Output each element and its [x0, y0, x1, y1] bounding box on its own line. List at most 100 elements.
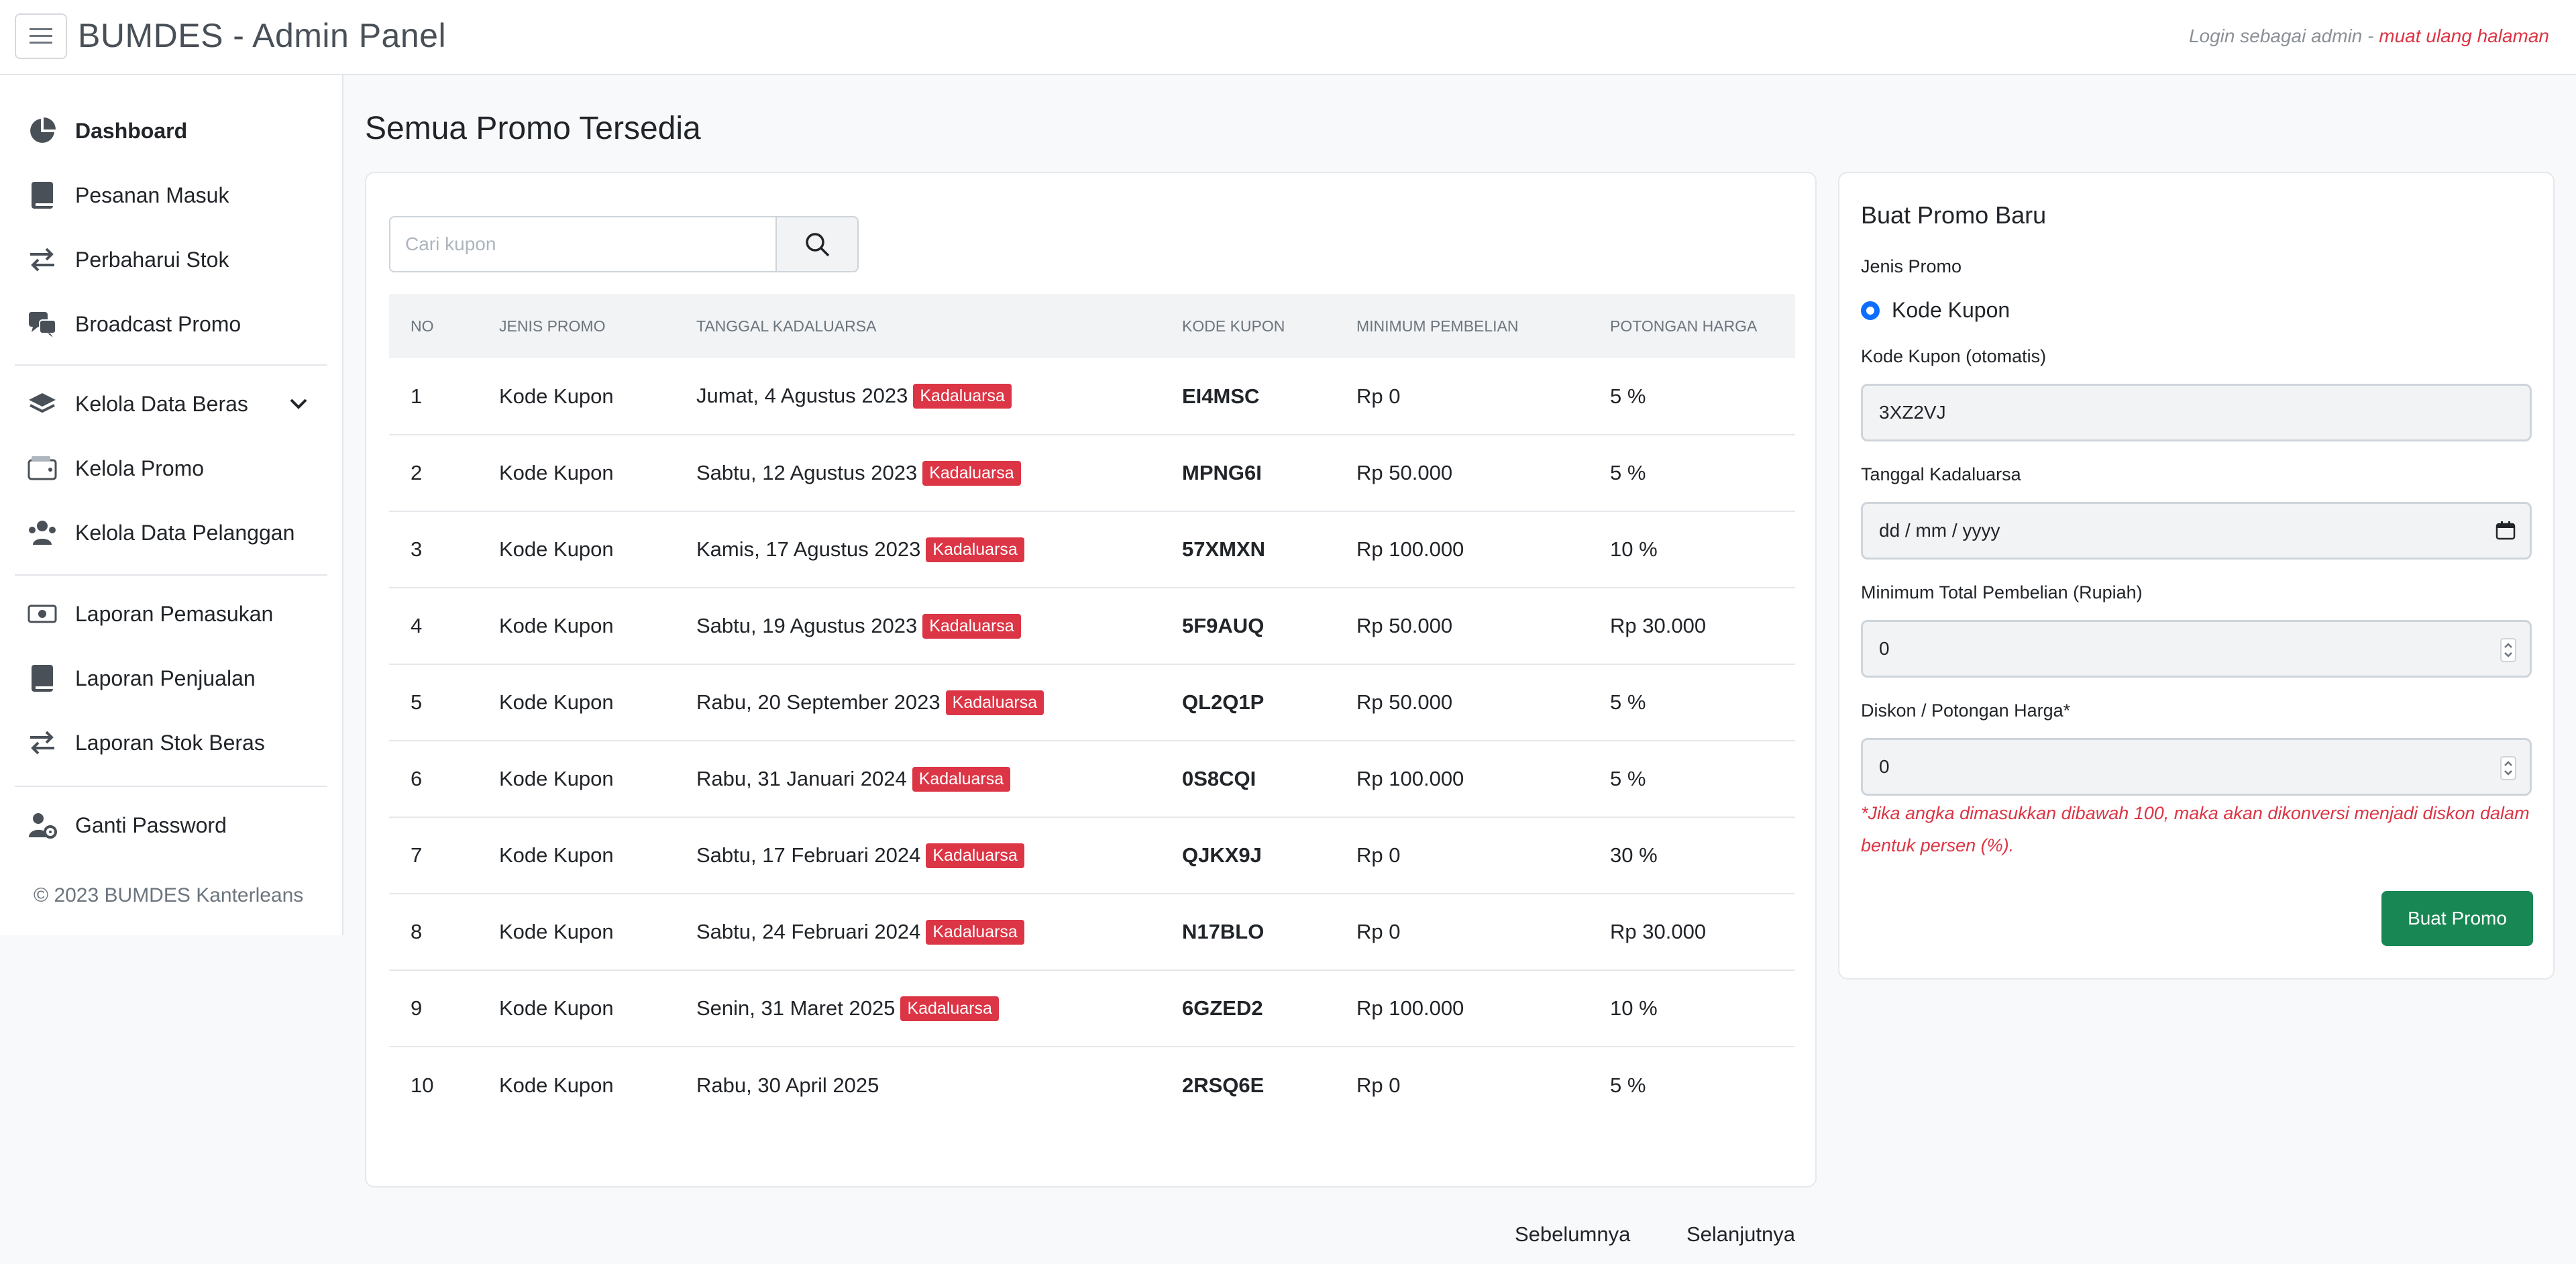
top-navbar: BUMDES - Admin Panel Login sebagai admin… [0, 0, 2576, 75]
expired-badge: Kadaluarsa [926, 843, 1024, 868]
cell-discount: 10 % [1589, 970, 1795, 1047]
chat-bubbles-icon [25, 307, 59, 341]
sidebar-item-perbaharui-stok[interactable]: Perbaharui Stok [25, 238, 327, 281]
cell-no: 9 [389, 970, 478, 1047]
number-stepper-icon[interactable] [2500, 638, 2516, 662]
sidebar-item-label: Ganti Password [75, 812, 227, 837]
cell-min: Rp 50.000 [1335, 588, 1589, 665]
table-row[interactable]: 6 Kode Kupon Rabu, 31 Januari 2024 Kadalu… [389, 741, 1795, 818]
coupon-code-value: 3XZ2VJ [1879, 402, 1946, 423]
promo-type-radio-option[interactable]: Kode Kupon [1861, 298, 2010, 323]
table-row[interactable]: 3 Kode Kupon Kamis, 17 Agustus 2023 Kadal… [389, 511, 1795, 588]
cell-code: 2RSQ6E [1182, 1073, 1265, 1097]
sidebar-item-label: Laporan Penjualan [75, 666, 256, 690]
date-text: Rabu, 30 April 2025 [696, 1073, 879, 1097]
cell-code: N17BLO [1161, 894, 1335, 971]
search-button[interactable] [775, 216, 859, 272]
coupon-code-field: 3XZ2VJ [1861, 384, 2532, 441]
previous-page-link[interactable]: Sebelumnya [1515, 1222, 1630, 1247]
app-title: BUMDES - Admin Panel [78, 17, 447, 54]
arrows-exchange-icon [25, 243, 59, 276]
sidebar-item-ganti-password[interactable]: Ganti Password [25, 804, 327, 847]
column-header-kode-kupon: KODE KUPON [1182, 317, 1285, 335]
discount-input[interactable]: 0 [1861, 738, 2532, 796]
pie-chart-icon [25, 114, 59, 148]
cash-icon [25, 597, 59, 631]
cell-no: 7 [389, 817, 478, 894]
cell-type: Kode Kupon [499, 1073, 614, 1097]
radio-checked[interactable] [1861, 301, 1880, 320]
cell-discount: 5 % [1589, 358, 1795, 435]
discount-value: 0 [1879, 756, 1890, 777]
sidebar: Dashboard Pesanan Masuk Perbaharui Stok … [0, 75, 343, 935]
cell-discount: 10 % [1589, 511, 1795, 588]
sidebar-item-broadcast-promo[interactable]: Broadcast Promo [25, 303, 327, 346]
cell-min: Rp 0 [1356, 1073, 1401, 1097]
number-stepper-icon[interactable] [2500, 756, 2516, 780]
sidebar-divider [15, 364, 327, 366]
calendar-icon[interactable] [2495, 520, 2516, 541]
date-text: Rabu, 31 Januari 2024 [696, 766, 907, 790]
user-gear-icon [25, 808, 59, 842]
table-row[interactable]: 5 Kode Kupon Rabu, 20 September 2023 Kada… [389, 664, 1795, 741]
cell-discount: 5 % [1610, 1073, 1646, 1097]
column-header-no: NO [411, 317, 434, 335]
cell-type: Kode Kupon [478, 741, 675, 818]
sidebar-item-dashboard[interactable]: Dashboard [25, 109, 327, 152]
table-row[interactable]: 2 Kode Kupon Sabtu, 12 Agustus 2023 Kadal… [389, 435, 1795, 512]
date-text: Sabtu, 19 Agustus 2023 [696, 613, 918, 637]
table-row[interactable]: 7 Kode Kupon Sabtu, 17 Februari 2024 Kada… [389, 817, 1795, 894]
layers-icon [25, 387, 59, 421]
discount-label: Diskon / Potongan Harga* [1861, 700, 2071, 721]
minimum-purchase-value: 0 [1879, 638, 1890, 659]
cell-date: Senin, 31 Maret 2025 Kadaluarsa [675, 970, 1161, 1047]
cell-type: Kode Kupon [478, 358, 675, 435]
table-row[interactable]: 9 Kode Kupon Senin, 31 Maret 2025 Kadalua… [389, 970, 1795, 1047]
cell-code: MPNG6I [1161, 435, 1335, 512]
wallet-icon [25, 452, 59, 485]
sidebar-item-kelola-data-pelanggan[interactable]: Kelola Data Pelanggan [25, 511, 327, 554]
sidebar-item-laporan-pemasukan[interactable]: Laporan Pemasukan [25, 592, 327, 635]
date-text: Jumat, 4 Agustus 2023 [696, 384, 908, 407]
create-promo-button[interactable]: Buat Promo [2381, 891, 2533, 946]
cell-discount: Rp 30.000 [1589, 588, 1795, 665]
sidebar-item-kelola-data-beras[interactable]: Kelola Data Beras [25, 382, 327, 425]
login-text: Login sebagai admin [2188, 25, 2363, 46]
date-text: Sabtu, 17 Februari 2024 [696, 843, 921, 867]
cell-discount: Rp 30.000 [1589, 894, 1795, 971]
date-text: Rabu, 20 September 2023 [696, 690, 941, 714]
cell-min: Rp 100.000 [1335, 970, 1589, 1047]
sidebar-item-label: Laporan Stok Beras [75, 730, 265, 755]
table-row[interactable]: 4 Kode Kupon Sabtu, 19 Agustus 2023 Kadal… [389, 588, 1795, 665]
table-row[interactable]: 8 Kode Kupon Sabtu, 24 Februari 2024 Kada… [389, 894, 1795, 971]
expiry-date-input[interactable]: dd / mm / yyyy [1861, 502, 2532, 560]
next-page-link[interactable]: Selanjutnya [1686, 1222, 1795, 1247]
column-header-tanggal-kadaluarsa: TANGGAL KADALUARSA [696, 317, 877, 335]
sidebar-item-pesanan-masuk[interactable]: Pesanan Masuk [25, 174, 327, 217]
table-row[interactable]: 10 Kode Kupon Rabu, 30 April 2025 2RSQ6E… [389, 1047, 1795, 1123]
cell-type: Kode Kupon [478, 894, 675, 971]
cell-min: Rp 50.000 [1335, 435, 1589, 512]
sidebar-item-label: Kelola Data Pelanggan [75, 520, 295, 545]
table-row[interactable]: 1 Kode Kupon Jumat, 4 Agustus 2023 Kadalu… [389, 358, 1795, 435]
cell-date: Rabu, 20 September 2023 Kadaluarsa [675, 664, 1161, 741]
cell-min: Rp 100.000 [1335, 511, 1589, 588]
reload-page-link[interactable]: muat ulang halaman [2379, 25, 2549, 46]
cell-no: 6 [389, 741, 478, 818]
sidebar-item-kelola-promo[interactable]: Kelola Promo [25, 447, 327, 490]
search-input[interactable] [389, 216, 775, 272]
users-icon [25, 516, 59, 549]
promo-table: NO JENIS PROMO TANGGAL KADALUARSA KODE K… [389, 294, 1795, 1123]
date-placeholder: dd / mm / yyyy [1879, 520, 2000, 541]
minimum-purchase-input[interactable]: 0 [1861, 620, 2532, 678]
sidebar-item-laporan-penjualan[interactable]: Laporan Penjualan [25, 657, 327, 700]
chevron-down-icon[interactable] [288, 394, 309, 417]
cell-date: Rabu, 30 April 2025 [675, 1047, 1161, 1123]
search-bar [389, 216, 859, 272]
sidebar-item-laporan-stok-beras[interactable]: Laporan Stok Beras [25, 721, 327, 764]
sidebar-item-label: Kelola Data Beras [75, 391, 248, 416]
expired-badge: Kadaluarsa [945, 690, 1044, 715]
sidebar-toggle-button[interactable] [15, 13, 67, 59]
cell-date: Sabtu, 24 Februari 2024 Kadaluarsa [675, 894, 1161, 971]
cell-code: QJKX9J [1161, 817, 1335, 894]
